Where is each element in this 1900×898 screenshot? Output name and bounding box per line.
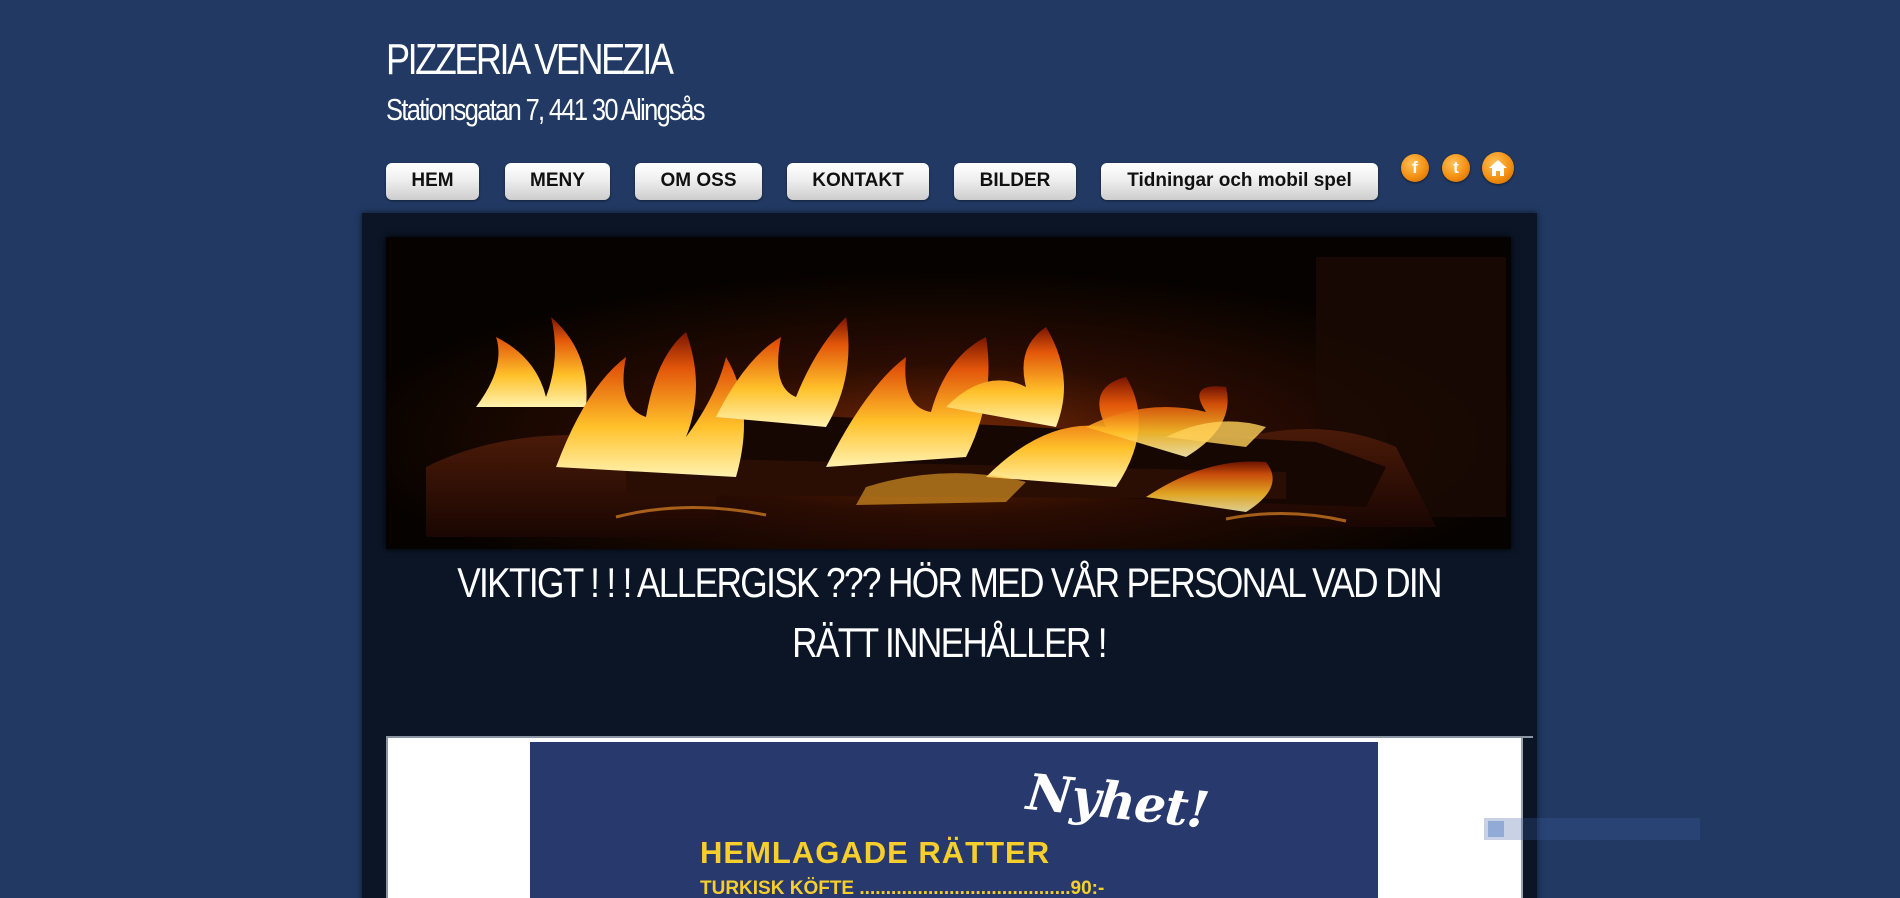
home-icon[interactable] [1482, 152, 1514, 184]
site-title[interactable]: PIZZERIA VENEZIA [386, 32, 674, 88]
fire-illustration [386, 237, 1511, 549]
nav-contact-button[interactable]: KONTAKT [787, 163, 929, 200]
promo-frame: Nyhet! HEMLAGADE RÄTTER TURKISK KÖFTE ..… [386, 736, 1533, 898]
page: PIZZERIA VENEZIA Stationsgatan 7, 441 30… [0, 0, 1900, 898]
allergy-notice-text: VIKTIGT ! ! ! ALLERGISK ??? HÖR MED VÅR … [457, 559, 1442, 666]
widget-icon [1488, 821, 1504, 837]
promo-heading: HEMLAGADE RÄTTER [700, 835, 1051, 870]
facebook-icon[interactable]: f [1401, 154, 1429, 182]
hero-fire-image [386, 237, 1511, 549]
nav-about-button[interactable]: OM OSS [635, 163, 762, 200]
promo-new-badge: Nyhet! [1024, 762, 1212, 840]
nav-pictures-button[interactable]: BILDER [954, 163, 1076, 200]
nav-papers-games-button[interactable]: Tidningar och mobil spel [1101, 163, 1378, 200]
home-icon-glyph [1489, 160, 1507, 176]
content-panel: VIKTIGT ! ! ! ALLERGISK ??? HÖR MED VÅR … [362, 213, 1537, 898]
faded-widget[interactable] [1484, 818, 1700, 840]
twitter-icon[interactable]: t [1442, 154, 1470, 182]
allergy-notice: VIKTIGT ! ! ! ALLERGISK ??? HÖR MED VÅR … [386, 553, 1513, 673]
site-header: PIZZERIA VENEZIA Stationsgatan 7, 441 30… [386, 30, 1146, 130]
site-address: Stationsgatan 7, 441 30 Alingsås [386, 92, 705, 127]
promo-banner: Nyhet! HEMLAGADE RÄTTER TURKISK KÖFTE ..… [530, 742, 1378, 898]
promo-menu-item: TURKISK KÖFTE ..........................… [700, 878, 1105, 898]
nav-menu-button[interactable]: MENY [505, 163, 610, 200]
nav-home-button[interactable]: HEM [386, 163, 479, 200]
